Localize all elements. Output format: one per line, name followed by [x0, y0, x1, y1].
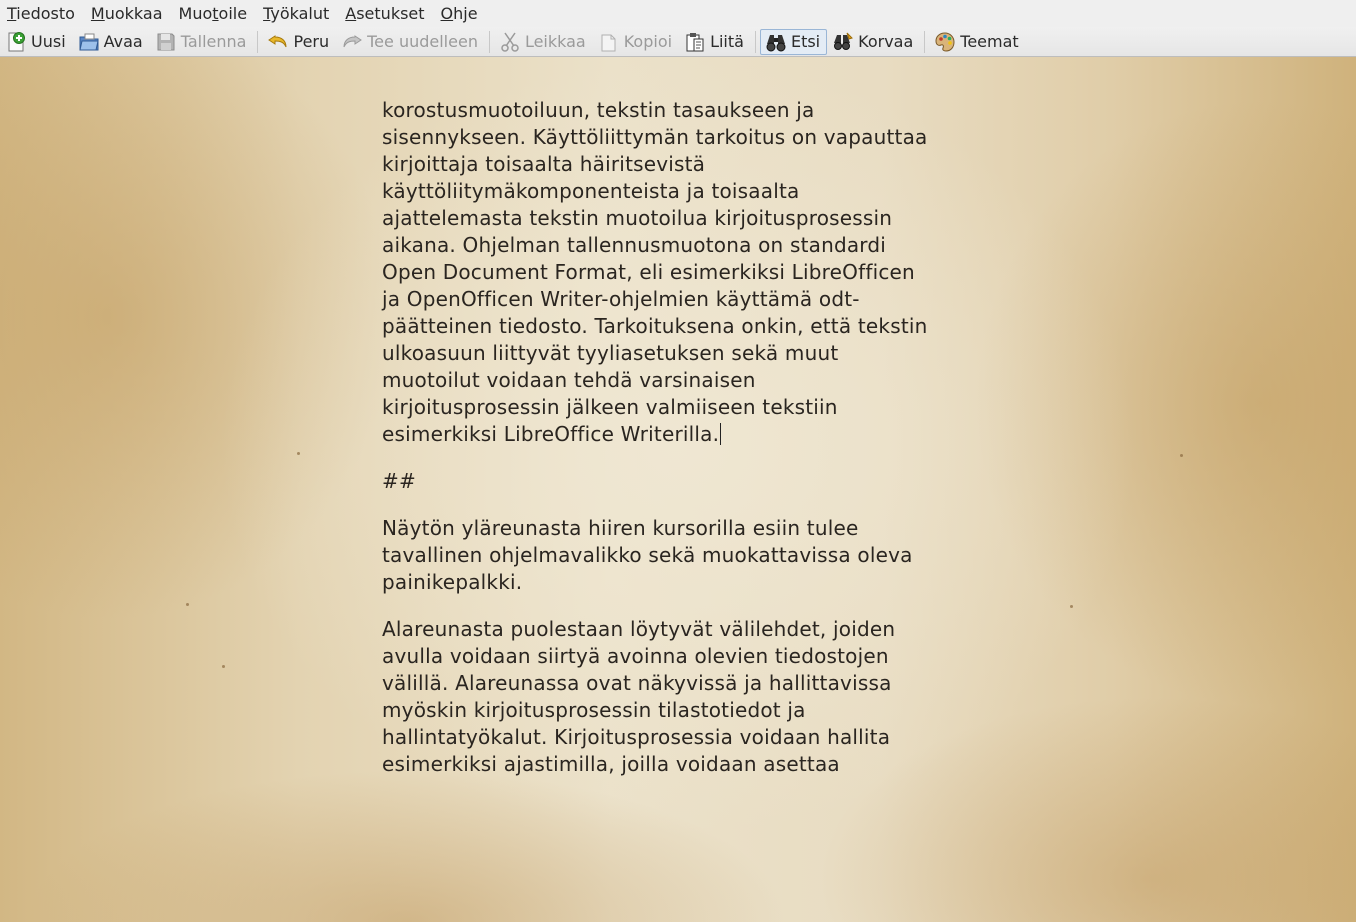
undo-label: Peru [293, 32, 330, 51]
text-line: hallintatyökalut. Kirjoitusprosessia voi… [382, 725, 891, 749]
toolbar-separator [754, 30, 756, 53]
text-line: ajattelemasta tekstin muotoilua kirjoitu… [382, 206, 893, 230]
text-line: korostusmuotoiluun, tekstin tasaukseen j… [382, 98, 815, 122]
text-cursor [720, 423, 722, 445]
text-line: käyttöliitymäkomponenteista ja toisaalta [382, 179, 800, 203]
menu-mnemonic: A [345, 4, 357, 23]
save-disk-icon [157, 33, 175, 50]
menu-label: oile [218, 4, 248, 23]
menu-label: yökalut [270, 4, 330, 23]
redo-button[interactable]: Tee uudelleen [336, 29, 485, 55]
menu-mnemonic: O [440, 4, 454, 23]
text-line: Näytön yläreunasta hiiren kursorilla esi… [382, 516, 859, 540]
text-line: esimerkiksi LibreOffice Writerilla. [382, 422, 720, 446]
new-button[interactable]: Uusi [0, 29, 73, 55]
text-line: sisennykseen. Käyttöliittymän tarkoitus … [382, 125, 928, 149]
toolbar-separator [924, 30, 926, 53]
paste-label: Liitä [710, 32, 744, 51]
text-line: painikepalkki. [382, 570, 523, 594]
menu-label: Muo [178, 4, 213, 23]
text-line: muotoilut voidaan tehdä varsinaisen [382, 368, 756, 392]
text-line: kirjoitusprosessin jälkeen valmiiseen te… [382, 395, 838, 419]
open-button[interactable]: Avaa [73, 29, 150, 55]
menu-label: hje [453, 4, 478, 23]
menu-ohje[interactable]: Ohje [433, 0, 486, 27]
binoculars-icon [766, 34, 786, 51]
paper-speck [1070, 605, 1073, 608]
open-folder-icon [79, 33, 99, 50]
find-button[interactable]: Etsi [759, 28, 828, 55]
paste-clipboard-icon [686, 32, 704, 51]
paper-speck [222, 665, 225, 668]
text-editor[interactable]: korostusmuotoiluun, tekstin tasaukseen j… [382, 97, 982, 778]
menu-asetukset[interactable]: Asetukset [337, 0, 432, 27]
scissors-icon [501, 32, 519, 52]
editor-background: korostusmuotoiluun, tekstin tasaukseen j… [0, 57, 1356, 922]
menu-tyokalut[interactable]: Työkalut [255, 0, 337, 27]
text-line: välillä. Alareunassa ovat näkyvissä ja h… [382, 671, 892, 695]
menu-label: setukset [356, 4, 425, 23]
menu-label: iedosto [16, 4, 75, 23]
menu-mnemonic: M [90, 4, 105, 23]
heading-marker: ## [382, 469, 416, 493]
find-label: Etsi [790, 32, 821, 51]
copy-icon [601, 34, 616, 51]
replace-label: Korvaa [858, 32, 914, 51]
cut-label: Leikkaa [524, 32, 586, 51]
menu-mnemonic: T [7, 4, 17, 23]
open-label: Avaa [103, 32, 143, 51]
paste-button[interactable]: Liitä [679, 29, 751, 55]
text-line: ja OpenOfficen Writer-ohjelmien käyttämä… [382, 287, 860, 311]
menu-muokkaa[interactable]: Muokkaa [83, 0, 171, 27]
toolbar-separator [488, 30, 490, 53]
cut-button[interactable]: Leikkaa [494, 29, 593, 55]
paper-speck [186, 603, 189, 606]
text-line: Alareunasta puolestaan löytyvät välilehd… [382, 617, 896, 641]
themes-button[interactable]: Teemat [929, 29, 1025, 55]
new-label: Uusi [31, 32, 66, 51]
save-button[interactable]: Tallenna [150, 29, 254, 55]
text-line: avulla voidaan siirtyä avoinna olevien t… [382, 644, 889, 668]
new-document-icon [8, 31, 25, 51]
paragraph: Näytön yläreunasta hiiren kursorilla esi… [382, 515, 982, 596]
menu-label: uokkaa [104, 4, 163, 23]
text-line: ulkoasuun liittyvät tyyliasetuksen sekä … [382, 341, 839, 365]
text-line: kirjoittaja toisaalta häiritsevistä [382, 152, 706, 176]
menu-bar: Tiedosto Muokkaa Muotoile Työkalut Asetu… [0, 0, 1356, 27]
themes-label: Teemat [960, 32, 1019, 51]
text-line: tavallinen ohjelmavalikko sekä muokattav… [382, 543, 913, 567]
copy-button[interactable]: Kopioi [593, 29, 679, 55]
text-line: esimerkiksi ajastimilla, joilla voidaan … [382, 752, 840, 776]
undo-button[interactable]: Peru [262, 29, 336, 55]
text-line: Open Document Format, eli esimerkiksi Li… [382, 260, 915, 284]
paper-speck [1180, 454, 1183, 457]
paragraph: Alareunasta puolestaan löytyvät välilehd… [382, 616, 982, 778]
text-line: aikana. Ohjelman tallennusmuotona on sta… [382, 233, 887, 257]
text-line: myöskin kirjoitusprosessin tilastotiedot… [382, 698, 806, 722]
toolbar-separator [257, 30, 259, 53]
toolbar: Uusi Avaa Tallenna Peru Tee uudelleen Le… [0, 27, 1356, 57]
palette-icon [935, 31, 955, 52]
replace-button[interactable]: Korvaa [827, 29, 920, 55]
text-line: päätteinen tiedosto. Tarkoituksena onkin… [382, 314, 928, 338]
paragraph: korostusmuotoiluun, tekstin tasaukseen j… [382, 97, 982, 448]
menu-muotoile[interactable]: Muotoile [171, 0, 256, 27]
redo-label: Tee uudelleen [367, 32, 478, 51]
paper-speck [297, 452, 300, 455]
save-label: Tallenna [180, 32, 247, 51]
copy-label: Kopioi [623, 32, 673, 51]
undo-icon [268, 34, 287, 47]
menu-tiedosto[interactable]: Tiedosto [0, 0, 83, 27]
redo-icon [343, 34, 363, 47]
binoculars-replace-icon [834, 32, 854, 50]
